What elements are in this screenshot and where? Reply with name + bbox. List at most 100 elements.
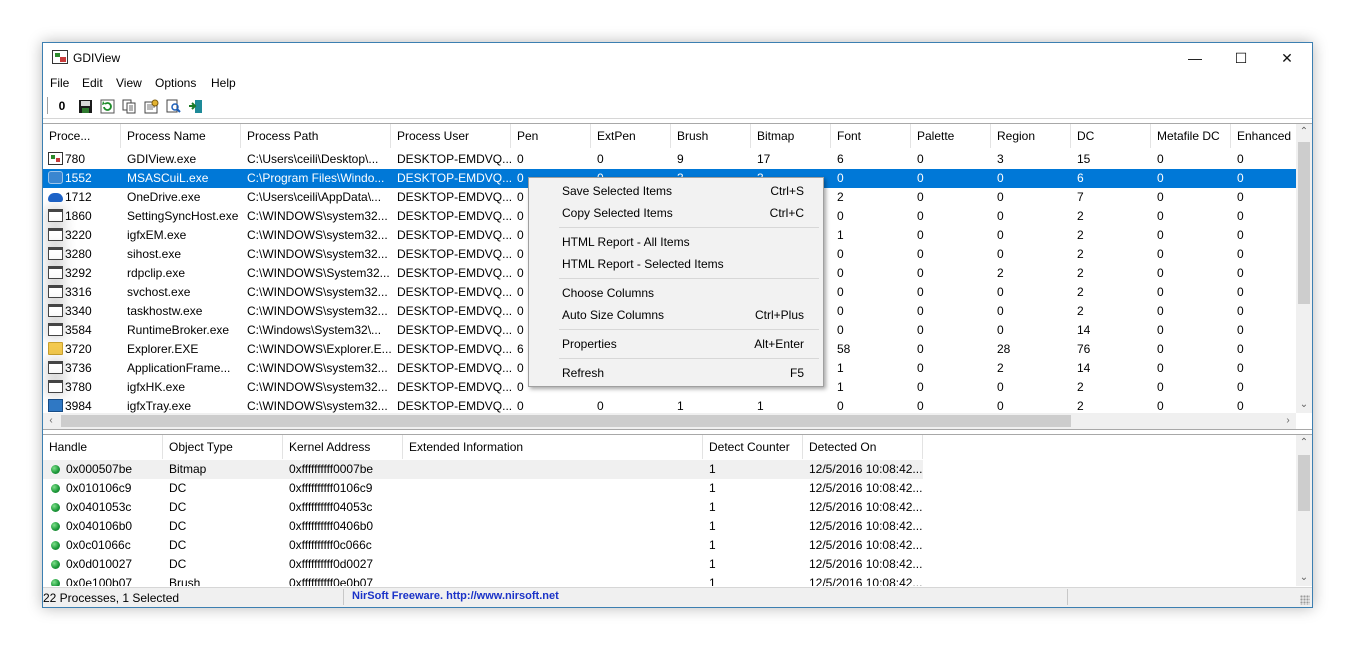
process-cell: DESKTOP-EMDVQ... (397, 266, 511, 280)
process-cell: C:\Program Files\Windo... (247, 171, 385, 185)
column-header[interactable]: ExtPen (591, 124, 671, 148)
process-cell: ApplicationFrame... (127, 361, 231, 375)
process-cell: 0 (1157, 228, 1164, 242)
column-header[interactable]: Handle (43, 435, 163, 459)
title-bar[interactable]: GDIView — ☐ ✕ (43, 43, 1312, 73)
handle-status-icon (51, 560, 60, 569)
handle-row[interactable]: 0x0401053c DC 0xffffffffff04053c 1 12/5/2016… (43, 498, 923, 517)
context-menu-item[interactable]: HTML Report - All Items (531, 231, 821, 253)
column-header[interactable]: Process User (391, 124, 511, 148)
column-header[interactable]: Palette (911, 124, 991, 148)
handle-cell: 12/5/2016 10:08:42... (809, 538, 923, 552)
menu-help[interactable]: Help (211, 76, 236, 90)
column-header[interactable]: Kernel Address (283, 435, 403, 459)
resize-grip-icon[interactable] (1300, 595, 1310, 605)
context-menu-item[interactable]: Choose Columns (531, 282, 821, 304)
process-cell: 3292 (65, 266, 92, 280)
handle-row[interactable]: 0x000507be Bitmap 0xffffffffff0007be 1 12/5/… (43, 460, 923, 479)
handle-cell (403, 574, 703, 586)
process-cell: 15 (1077, 152, 1091, 166)
process-scroll-thumb[interactable] (1298, 142, 1310, 304)
handle-row[interactable]: 0x040106b0 DC 0xffffffffff0406b0 1 12/5/2016… (43, 517, 923, 536)
zero-icon[interactable]: 0 (53, 97, 71, 115)
process-cell: 1 (837, 361, 844, 375)
column-header[interactable]: Object Type (163, 435, 283, 459)
process-hscroll-thumb[interactable] (61, 415, 1071, 427)
menu-item-label: HTML Report - All Items (562, 235, 690, 249)
column-header[interactable]: Pen (511, 124, 591, 148)
column-header[interactable]: Metafile DC (1151, 124, 1231, 148)
handle-scroll-thumb[interactable] (1298, 455, 1310, 511)
nirsoft-link[interactable]: NirSoft Freeware. http://www.nirsoft.net (352, 590, 559, 602)
handle-row[interactable]: 0x010106c9 DC 0xffffffffff0106c9 1 12/5/2016… (43, 479, 923, 498)
process-cell: svchost.exe (127, 285, 191, 299)
menu-view[interactable]: View (116, 76, 142, 90)
context-menu-item[interactable]: Refresh F5 (531, 362, 821, 384)
minimize-button[interactable]: — (1172, 43, 1218, 73)
column-header[interactable]: Bitmap (751, 124, 831, 148)
process-cell: C:\WINDOWS\system32... (247, 209, 388, 223)
menu-options[interactable]: Options (155, 76, 196, 90)
scroll-right-arrow-icon[interactable]: › (1280, 413, 1296, 429)
properties-icon[interactable] (142, 97, 160, 115)
scroll-down-arrow-icon[interactable]: ⌄ (1296, 397, 1312, 413)
process-cell: DESKTOP-EMDVQ... (397, 285, 511, 299)
process-cell: 2 (1077, 228, 1084, 242)
process-cell: C:\WINDOWS\system32... (247, 380, 388, 394)
column-header[interactable]: Brush (671, 124, 751, 148)
refresh-icon[interactable] (98, 97, 116, 115)
process-horizontal-scrollbar[interactable]: ‹ › (43, 413, 1296, 429)
close-button[interactable]: ✕ (1264, 43, 1310, 73)
maximize-button[interactable]: ☐ (1218, 43, 1264, 73)
context-menu: Save Selected Items Ctrl+S Copy Selected I… (528, 177, 824, 387)
handle-vertical-scrollbar[interactable]: ⌃ ⌄ (1296, 435, 1312, 586)
column-header[interactable]: Region (991, 124, 1071, 148)
context-menu-item[interactable]: Properties Alt+Enter (531, 333, 821, 355)
column-header[interactable]: Detected On (803, 435, 923, 459)
context-menu-item[interactable]: HTML Report - Selected Items (531, 253, 821, 275)
process-cell: DESKTOP-EMDVQ... (397, 209, 511, 223)
process-cell: 2 (1077, 304, 1084, 318)
column-header[interactable]: DC (1071, 124, 1151, 148)
process-cell: DESKTOP-EMDVQ... (397, 361, 511, 375)
scroll-left-arrow-icon[interactable]: ‹ (43, 413, 59, 429)
process-cell: RuntimeBroker.exe (127, 323, 230, 337)
handle-row[interactable]: 0x0c01066c DC 0xffffffffff0c066c 1 12/5/2016… (43, 536, 923, 555)
handle-cell: DC (169, 519, 187, 533)
column-header[interactable]: Extended Information (403, 435, 703, 459)
column-header[interactable]: Process Name (121, 124, 241, 148)
handle-status-icon (51, 465, 60, 474)
column-header[interactable]: Font (831, 124, 911, 148)
column-header[interactable]: Process Path (241, 124, 391, 148)
context-menu-item[interactable]: Copy Selected Items Ctrl+C (531, 202, 821, 224)
status-summary: 22 Processes, 1 Selected (43, 591, 180, 605)
process-cell: 0 (997, 323, 1004, 337)
handle-list[interactable]: Handle Object Type Kernel Address Extended … (43, 434, 1312, 586)
process-cell: C:\Users\ceili\AppData\... (247, 190, 382, 204)
column-header[interactable]: Detect Counter (703, 435, 803, 459)
exit-icon[interactable] (186, 97, 204, 115)
context-menu-item[interactable]: Save Selected Items Ctrl+S (531, 180, 821, 202)
process-cell: 0 (917, 171, 924, 185)
save-icon[interactable] (76, 97, 94, 115)
handle-row[interactable]: 0x0d010027 DC 0xffffffffff0d0027 1 12/5/2016… (43, 555, 923, 574)
handle-cell: 0x010106c9 (66, 481, 132, 495)
process-cell: 2 (1077, 285, 1084, 299)
handle-scroll-down-arrow-icon[interactable]: ⌄ (1296, 570, 1312, 586)
handle-row[interactable]: 0x0e100b07 Brush 0xffffffffff0e0b07 1 12/5/2… (43, 574, 923, 586)
process-vertical-scrollbar[interactable]: ⌃ ⌄ (1296, 124, 1312, 413)
process-cell: DESKTOP-EMDVQ... (397, 247, 511, 261)
process-row[interactable]: 780 GDIView.exe C:\Users\ceili\Desktop\...… (43, 150, 1296, 169)
copy-icon[interactable] (120, 97, 138, 115)
menu-edit[interactable]: Edit (82, 76, 103, 90)
handle-scroll-up-arrow-icon[interactable]: ⌃ (1296, 435, 1312, 451)
process-cell: C:\WINDOWS\system32... (247, 361, 388, 375)
context-menu-item[interactable]: Auto Size Columns Ctrl+Plus (531, 304, 821, 326)
find-icon[interactable] (164, 97, 182, 115)
process-cell: OneDrive.exe (127, 190, 201, 204)
process-cell: 0 (1157, 209, 1164, 223)
column-header[interactable]: Proce... (43, 124, 121, 148)
menu-file[interactable]: File (50, 76, 69, 90)
process-cell: rdpclip.exe (127, 266, 186, 280)
scroll-up-arrow-icon[interactable]: ⌃ (1296, 124, 1312, 140)
